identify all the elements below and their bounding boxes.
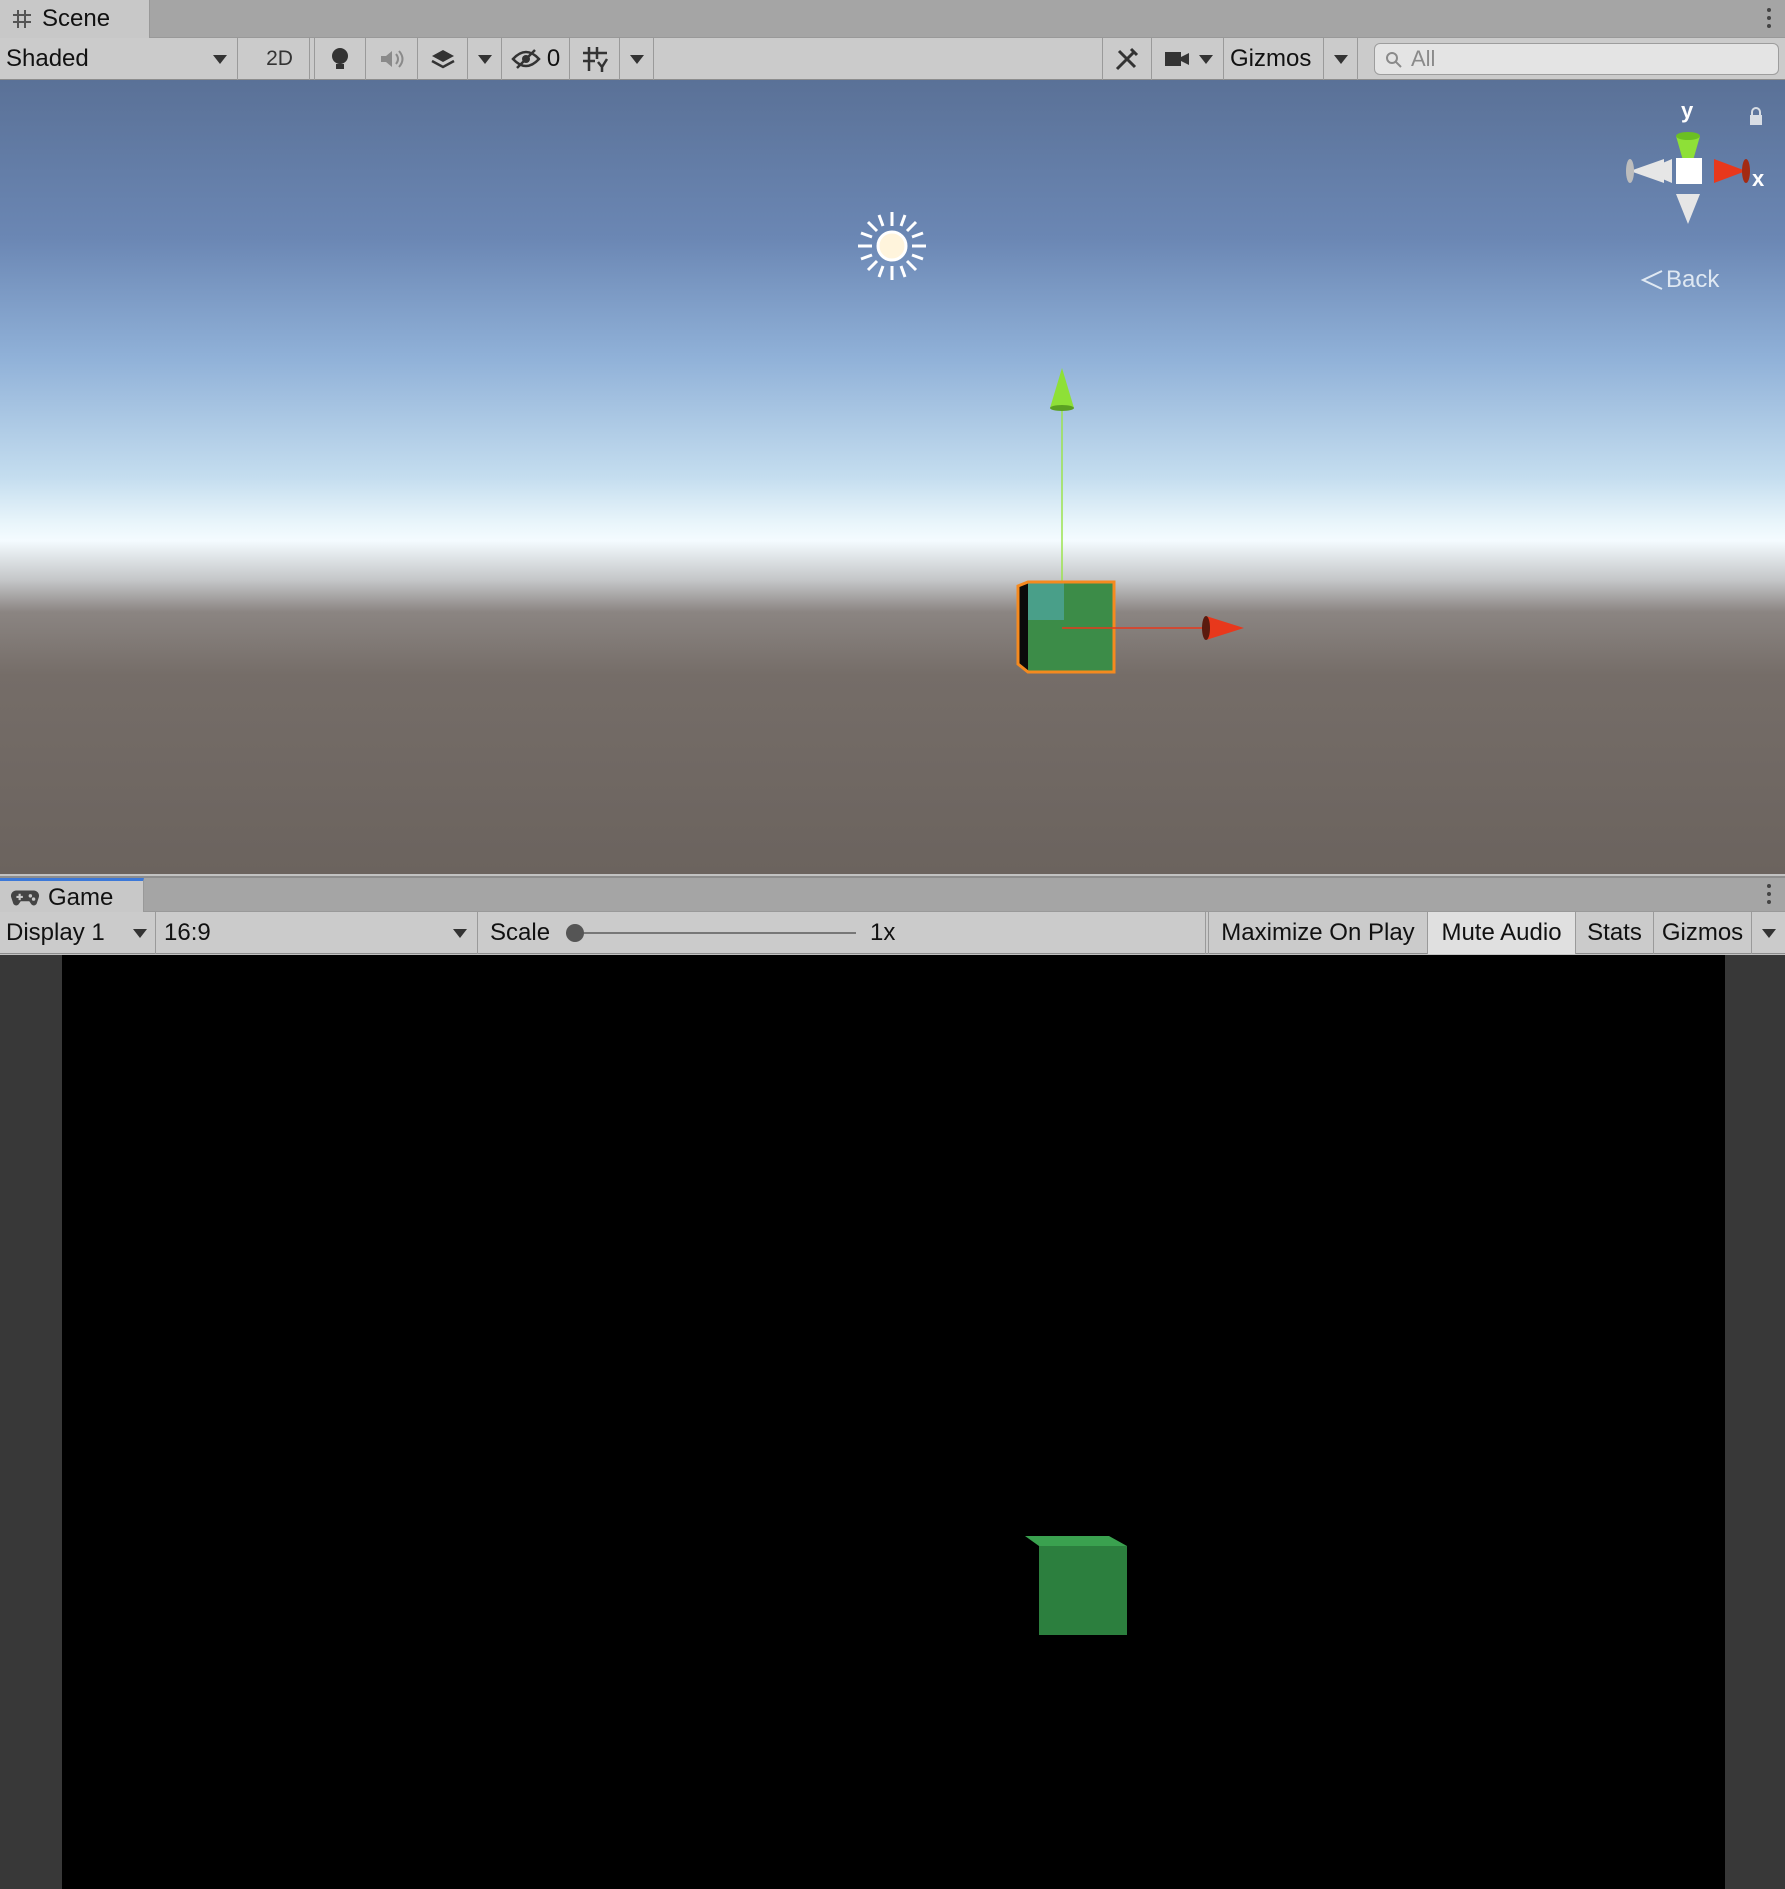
2d-toggle-label: 2D: [266, 47, 293, 70]
chevron-down-icon: [453, 928, 467, 938]
orientation-axis-x-label: x: [1752, 166, 1765, 191]
aspect-ratio-dropdown[interactable]: 16:9: [158, 912, 478, 954]
mute-audio-label: Mute Audio: [1441, 919, 1562, 946]
game-render-canvas[interactable]: [62, 955, 1725, 1889]
scene-gizmos-button[interactable]: Gizmos: [1224, 38, 1324, 80]
scale-slider[interactable]: [566, 923, 857, 943]
grid-snap-icon: [582, 47, 608, 72]
display-dropdown[interactable]: Display 1: [0, 912, 156, 954]
camera-settings-dropdown[interactable]: [1152, 38, 1224, 80]
tab-game[interactable]: Game: [0, 878, 144, 914]
orientation-axis-y-label: y: [1681, 98, 1694, 123]
game-viewport: [0, 955, 1785, 1889]
game-gizmos-label: Gizmos: [1661, 919, 1744, 946]
scene-tools-button[interactable]: [1102, 38, 1152, 80]
lightbulb-icon: [332, 48, 348, 69]
scale-label: Scale: [490, 919, 551, 946]
scene-toolbar: Shaded 2D 0 Gizmos All: [0, 38, 1785, 80]
aspect-ratio-value: 16:9: [164, 919, 211, 946]
draw-mode-dropdown[interactable]: Shaded: [0, 38, 238, 80]
maximize-on-play-label: Maximize On Play: [1221, 919, 1415, 946]
chevron-down-icon: [1198, 54, 1213, 64]
chevron-left-icon: [1640, 270, 1663, 290]
scene-gizmos-label: Gizmos: [1230, 45, 1312, 72]
tab-game-label: Game: [48, 883, 114, 911]
effects-toggle-button[interactable]: [418, 38, 468, 80]
selected-cube-with-move-gizmo[interactable]: [1010, 360, 1250, 690]
layers-icon: [430, 50, 455, 69]
game-gizmos-toggle[interactable]: Gizmos: [1654, 912, 1752, 954]
effects-dropdown[interactable]: [468, 38, 502, 80]
maximize-on-play-toggle[interactable]: Maximize On Play: [1208, 912, 1428, 954]
eye-slash-icon: [511, 49, 541, 69]
grid-hash-icon: [13, 10, 31, 28]
audio-toggle-button[interactable]: [366, 38, 418, 80]
chevron-down-icon: [213, 54, 227, 64]
chevron-down-icon: [133, 928, 147, 938]
game-gizmos-dropdown[interactable]: [1752, 912, 1785, 954]
chevron-down-icon: [1333, 54, 1348, 64]
game-tab-bar: Game: [0, 876, 1785, 914]
tools-icon: [1115, 47, 1139, 71]
hidden-objects-toggle[interactable]: 0: [502, 38, 570, 80]
game-toolbar: Display 1 16:9 Scale 1x Maximize On Play…: [0, 912, 1785, 954]
draw-mode-value: Shaded: [6, 45, 89, 72]
game-green-cube: [1025, 1536, 1127, 1635]
lock-icon[interactable]: [1748, 106, 1764, 126]
view-direction-label[interactable]: Back: [1640, 266, 1719, 294]
scale-value: 1x: [870, 919, 896, 946]
display-value: Display 1: [6, 919, 105, 946]
directional-light-sun-icon[interactable]: [856, 210, 928, 282]
camera-icon: [1164, 52, 1189, 66]
scene-panel-menu-icon[interactable]: [1765, 6, 1773, 32]
scale-slider-thumb[interactable]: [566, 924, 585, 942]
lighting-toggle-button[interactable]: [314, 38, 366, 80]
scene-search-input[interactable]: All: [1374, 43, 1779, 75]
scale-slider-track: [566, 932, 857, 934]
scene-viewport[interactable]: y x Back: [0, 80, 1785, 874]
speaker-icon: [380, 50, 403, 68]
gamepad-icon: [10, 889, 40, 905]
scene-search-placeholder: All: [1411, 46, 1436, 71]
grid-toggle-button[interactable]: [570, 38, 620, 80]
2d-toggle-button[interactable]: 2D: [250, 38, 310, 80]
chevron-down-icon: [629, 54, 644, 64]
scale-control: Scale 1x: [480, 912, 1206, 954]
scene-tab-bar: Scene: [0, 0, 1785, 38]
hidden-objects-count: 0: [546, 45, 561, 72]
tab-scene-label: Scene: [42, 5, 111, 32]
stats-toggle[interactable]: Stats: [1576, 912, 1654, 954]
chevron-down-icon: [477, 54, 492, 64]
chevron-down-icon: [1761, 928, 1776, 938]
search-icon: [1386, 52, 1402, 68]
scene-gizmos-dropdown[interactable]: [1324, 38, 1358, 80]
mute-audio-toggle[interactable]: Mute Audio: [1428, 912, 1576, 954]
view-direction-text: Back: [1666, 266, 1720, 293]
tab-scene[interactable]: Scene: [0, 0, 150, 38]
stats-label: Stats: [1587, 919, 1642, 946]
game-panel-menu-icon[interactable]: [1765, 882, 1773, 908]
grid-dropdown[interactable]: [620, 38, 654, 80]
